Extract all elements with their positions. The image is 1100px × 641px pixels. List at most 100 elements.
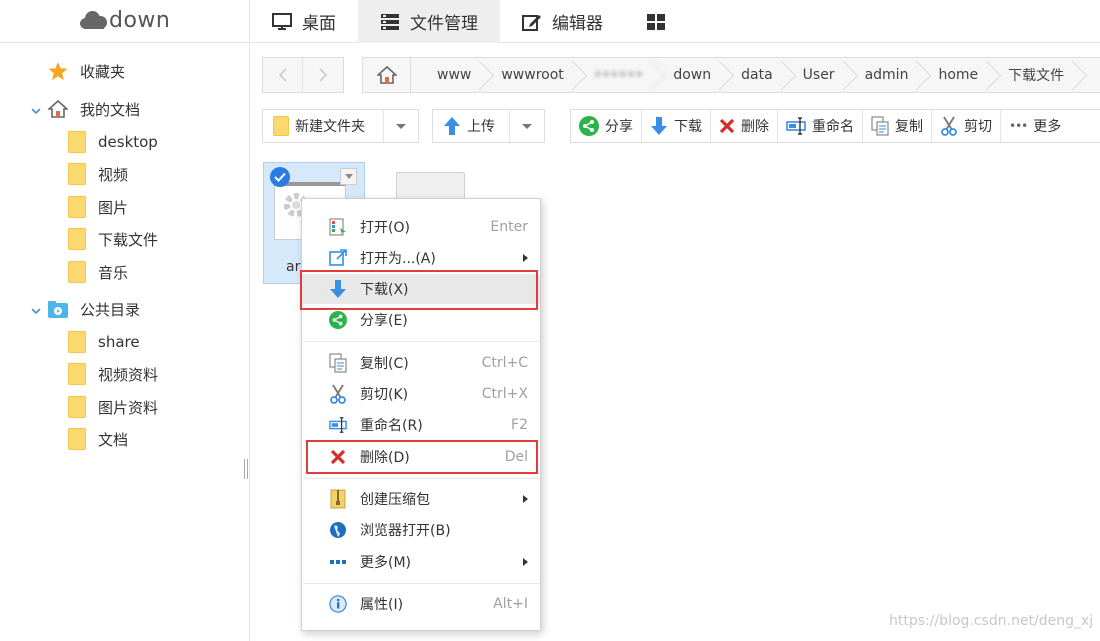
sidebar-item-desktop[interactable]: desktop xyxy=(68,127,158,157)
breadcrumb-item[interactable]: data xyxy=(725,58,787,92)
chevron-down-icon[interactable] xyxy=(30,103,42,115)
menu-separator xyxy=(303,341,539,342)
cut-button[interactable]: 剪切 xyxy=(932,110,1001,142)
upload-button[interactable]: 上传 xyxy=(433,110,510,142)
download-button[interactable]: 下载 xyxy=(642,110,711,142)
breadcrumb-item[interactable]: down xyxy=(657,58,725,92)
menu-item-cut[interactable]: 剪切(K) Ctrl+X xyxy=(302,379,540,409)
history-buttons xyxy=(262,57,344,93)
sidebar-item-pictures[interactable]: 图片 xyxy=(68,192,128,222)
back-button[interactable] xyxy=(263,58,303,92)
copy-icon xyxy=(871,116,889,136)
sidebar-item-label: 音乐 xyxy=(98,263,129,282)
button-label: 分享 xyxy=(605,119,633,135)
sidebar-resize-handle[interactable] xyxy=(244,459,248,479)
cloud-icon xyxy=(80,11,108,29)
breadcrumb-item[interactable]: wwwroot xyxy=(485,58,577,92)
sidebar-item-label: 下载文件 xyxy=(98,230,159,249)
menu-item-shortcut: F2 xyxy=(511,417,528,433)
button-label: 重命名 xyxy=(812,119,854,135)
sidebar-item-label: 视频 xyxy=(98,165,129,184)
menu-item-label: 复制(C) xyxy=(360,356,409,372)
share-icon xyxy=(329,311,347,329)
sidebar-item-downloads[interactable]: 下载文件 xyxy=(68,224,158,254)
grid-icon xyxy=(647,13,665,30)
tab-editor[interactable]: 编辑器 xyxy=(500,0,625,43)
folder-icon xyxy=(68,163,86,185)
menu-item-open[interactable]: 打开(O) Enter xyxy=(302,212,540,242)
tab-file-manager[interactable]: 文件管理 xyxy=(358,0,500,43)
menu-item-label: 属性(I) xyxy=(360,597,404,613)
sidebar-item-label: 公共目录 xyxy=(80,300,141,319)
upload-dropdown-button[interactable] xyxy=(510,110,544,142)
menu-item-properties[interactable]: 属性(I) Alt+I xyxy=(302,589,540,619)
sidebar-item-favorites[interactable]: 收藏夹 xyxy=(48,56,125,86)
menu-item-more[interactable]: 更多(M) xyxy=(302,547,540,577)
breadcrumb-home-button[interactable] xyxy=(363,58,411,92)
sidebar-item-videos[interactable]: 视频 xyxy=(68,159,128,189)
tab-label: 编辑器 xyxy=(552,14,603,34)
sidebar-item-label: 收藏夹 xyxy=(80,62,126,81)
more-button[interactable]: ••• 更多 xyxy=(1001,110,1069,142)
more-icon xyxy=(329,553,347,571)
menu-item-create-archive[interactable]: 创建压缩包 xyxy=(302,484,540,514)
menu-item-label: 打开为...(A) xyxy=(360,251,436,267)
ellipsis-icon: ••• xyxy=(1009,119,1028,133)
tab-desktop[interactable]: 桌面 xyxy=(250,0,358,43)
submenu-arrow-icon xyxy=(523,254,528,262)
file-dropdown-button[interactable] xyxy=(340,168,357,185)
rename-button[interactable]: 重命名 xyxy=(778,110,863,142)
button-label: 剪切 xyxy=(964,119,992,135)
main-tabs: 桌面 文件管理 编辑器 xyxy=(250,0,687,43)
sidebar-item-public[interactable]: 公共目录 xyxy=(30,294,140,324)
menu-item-open-in-browser[interactable]: 浏览器打开(B) xyxy=(302,515,540,545)
delete-button[interactable]: 删除 xyxy=(711,110,778,142)
watermark: https://blog.csdn.net/deng_xj xyxy=(889,613,1094,629)
sidebar-item-label: 视频资料 xyxy=(98,365,159,384)
sidebar-item-my-docs[interactable]: 我的文档 xyxy=(30,94,140,124)
breadcrumb-item[interactable]: www xyxy=(421,58,485,92)
chevron-down-icon[interactable] xyxy=(30,303,42,315)
menu-item-shortcut: Ctrl+C xyxy=(481,355,528,371)
sidebar-item-label: 我的文档 xyxy=(80,100,141,119)
menu-item-label: 更多(M) xyxy=(360,555,412,571)
copy-icon xyxy=(329,353,347,373)
folder-icon xyxy=(68,196,86,218)
breadcrumb-item[interactable]: admin xyxy=(849,58,923,92)
menu-item-copy[interactable]: 复制(C) Ctrl+C xyxy=(302,348,540,378)
chevron-left-icon xyxy=(278,68,287,82)
breadcrumb-item-current[interactable]: 下载文件 xyxy=(992,58,1078,92)
menu-item-label: 浏览器打开(B) xyxy=(360,523,451,539)
breadcrumb-item[interactable]: User xyxy=(787,58,849,92)
folder-icon xyxy=(68,228,86,250)
open-icon xyxy=(329,218,347,236)
file-actions-group: 分享 下载 删除 重命名 复制 剪切 ••• 更多 xyxy=(570,109,1100,143)
app-logo[interactable]: down xyxy=(80,5,170,35)
forward-button[interactable] xyxy=(303,58,343,92)
share-icon xyxy=(579,116,599,136)
highlight-box-delete xyxy=(306,440,538,474)
chevron-right-icon xyxy=(319,68,328,82)
breadcrumb-item[interactable]: home xyxy=(922,58,992,92)
sidebar-item-share[interactable]: share xyxy=(68,327,140,357)
menu-item-rename[interactable]: 重命名(R) F2 xyxy=(302,410,540,440)
sidebar-item-music[interactable]: 音乐 xyxy=(68,257,128,287)
check-icon[interactable] xyxy=(270,167,290,187)
menu-item-open-as[interactable]: 打开为...(A) xyxy=(302,243,540,273)
sidebar-item-label: 文档 xyxy=(98,430,129,449)
public-folder-icon xyxy=(48,300,68,318)
share-button[interactable]: 分享 xyxy=(571,110,642,142)
new-folder-button[interactable]: 新建文件夹 xyxy=(263,110,384,142)
tab-label: 文件管理 xyxy=(410,14,478,34)
file-toolbar: 新建文件夹 上传 分享 下载 删除 重命名 复制 剪切 ••• 更多 xyxy=(262,109,1100,143)
tab-apps[interactable] xyxy=(625,0,687,43)
sidebar-item-video-resources[interactable]: 视频资料 xyxy=(68,359,158,389)
new-dropdown-button[interactable] xyxy=(384,110,418,142)
copy-button[interactable]: 复制 xyxy=(863,110,932,142)
edit-icon xyxy=(522,13,542,31)
menu-item-shortcut: Alt+I xyxy=(493,596,528,612)
sidebar-item-documents[interactable]: 文档 xyxy=(68,424,128,454)
breadcrumb-item-redacted[interactable]: •••••• xyxy=(578,58,658,92)
sidebar-item-picture-resources[interactable]: 图片资料 xyxy=(68,392,158,422)
scissors-icon xyxy=(940,116,958,136)
